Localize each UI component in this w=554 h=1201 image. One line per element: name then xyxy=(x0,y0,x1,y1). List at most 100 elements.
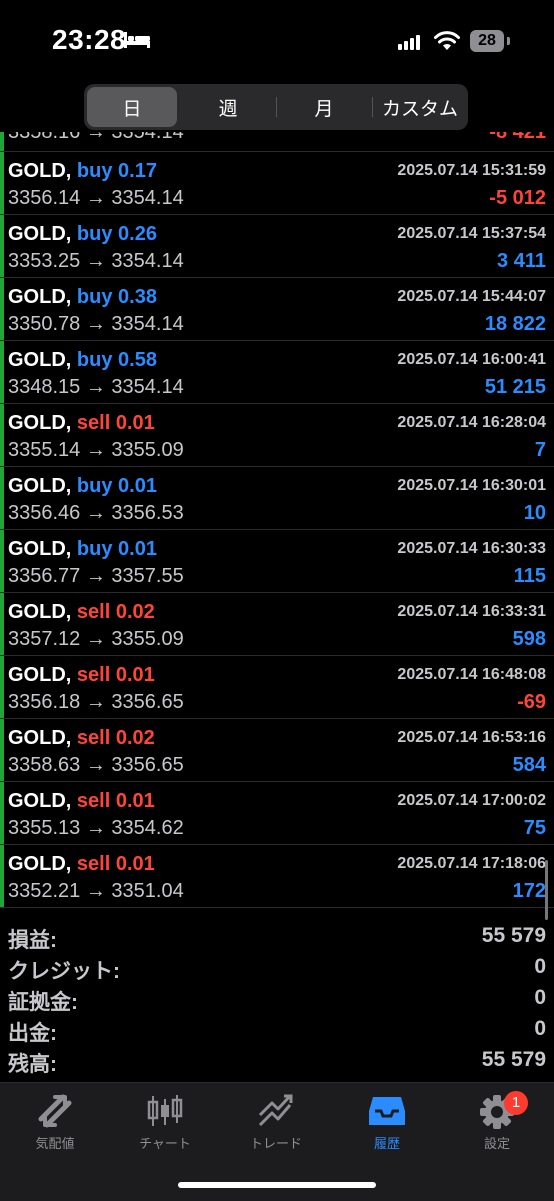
trade-datetime: 2025.07.14 15:37:54 xyxy=(397,225,546,242)
chart-candles-icon xyxy=(147,1095,183,1126)
status-bar: 23:28 28 xyxy=(0,0,554,80)
tab-history[interactable]: 履歴 xyxy=(332,1093,442,1153)
trade-datetime: 2025.07.14 15:31:59 xyxy=(397,162,546,179)
summary-label: 残高: xyxy=(8,1053,57,1076)
trade-side: sell xyxy=(76,664,111,686)
trade-volume: 0.01 xyxy=(115,664,155,686)
tab-trade[interactable]: トレード xyxy=(221,1093,331,1153)
trade-volume: 0.02 xyxy=(115,727,155,749)
summary-label: クレジット: xyxy=(8,960,120,983)
trade-profit: 18 822 xyxy=(484,313,546,335)
trade-side-bar xyxy=(0,719,4,781)
account-summary: 損益: 55 579 クレジット: 0 証拠金: 0 出金: 0 残高: 55 … xyxy=(0,922,554,1077)
trade-row[interactable]: GOLD, sell 0.01 2025.07.14 16:48:08 3356.1… xyxy=(0,656,554,719)
trade-symbol-name: GOLD, xyxy=(8,790,72,812)
trade-row[interactable]: GOLD, sell 0.02 2025.07.14 16:53:16 3358.6… xyxy=(0,719,554,782)
trade-row[interactable]: GOLD, sell 0.01 2025.07.14 17:00:02 3355.1… xyxy=(0,782,554,845)
trade-symbol: GOLD, buy 0.26 xyxy=(8,223,157,246)
tab-quotes[interactable]: 気配値 xyxy=(0,1093,110,1153)
summary-value: 0 xyxy=(534,955,546,978)
summary-value: 0 xyxy=(534,986,546,1009)
trade-row[interactable]: GOLD, buy 0.58 2025.07.14 16:00:41 3348.15… xyxy=(0,341,554,404)
trade-side-bar xyxy=(0,132,4,151)
trade-volume: 0.26 xyxy=(118,223,157,245)
trade-symbol: GOLD, buy 0.17 xyxy=(8,160,157,183)
trade-side-bar xyxy=(0,278,4,340)
summary-profit: 損益: 55 579 xyxy=(0,922,554,953)
tab-label: トレード xyxy=(249,1136,302,1151)
trade-row[interactable]: GOLD, buy 0.38 2025.07.14 15:44:07 3350.78… xyxy=(0,278,554,341)
summary-label: 出金: xyxy=(8,1022,57,1045)
trade-datetime: 2025.07.14 16:28:04 xyxy=(397,414,546,431)
trade-volume: 0.01 xyxy=(115,790,155,812)
trade-side: buy xyxy=(76,223,113,245)
trade-prices: 3352.21 → 3351.04 xyxy=(8,880,184,902)
cellular-signal-icon xyxy=(398,35,420,50)
trade-symbol: GOLD, sell 0.01 xyxy=(8,853,155,876)
tab-day[interactable]: 日 xyxy=(87,87,177,127)
trade-volume: 0.38 xyxy=(118,286,157,308)
trade-symbol: GOLD, buy 0.01 xyxy=(8,475,157,498)
summary-value: 55 579 xyxy=(481,924,546,947)
trade-side: buy xyxy=(76,160,113,182)
trade-row[interactable]: GOLD, sell 0.01 2025.07.14 16:28:04 3355.1… xyxy=(0,404,554,467)
trade-side: buy xyxy=(76,286,113,308)
quotes-icon xyxy=(38,1094,72,1128)
trade-datetime: 2025.07.14 16:48:08 xyxy=(397,666,546,683)
tab-chart[interactable]: チャート xyxy=(110,1093,220,1153)
trade-side-bar xyxy=(0,404,4,466)
trade-profit: -69 xyxy=(517,691,546,713)
trade-profit: 7 xyxy=(534,439,546,461)
trade-profit: 3 411 xyxy=(497,250,546,272)
trade-volume: 0.01 xyxy=(118,538,157,560)
trade-row[interactable]: GOLD, sell 0.01 2025.07.14 17:18:06 3352.2… xyxy=(0,845,554,908)
trade-row[interactable]: GOLD, buy 0.01 2025.07.14 16:30:33 3356.77… xyxy=(0,530,554,593)
trade-profit: -5 012 xyxy=(489,187,546,209)
trade-side-bar xyxy=(0,845,4,907)
trade-row[interactable]: GOLD, buy 0.01 2025.07.14 16:30:01 3356.46… xyxy=(0,467,554,530)
trade-symbol-name: GOLD, xyxy=(8,349,72,371)
tab-custom[interactable]: カスタム xyxy=(372,87,465,127)
summary-label: 証拠金: xyxy=(8,991,78,1014)
summary-deposit: 証拠金: 0 xyxy=(0,984,554,1015)
trade-side: buy xyxy=(76,475,113,497)
trade-prices: 3358.16 → 3354.14 xyxy=(8,132,184,143)
trade-symbol-name: GOLD, xyxy=(8,160,72,182)
status-time: 23:28 xyxy=(52,24,127,55)
trade-row[interactable]: GOLD, buy 0.26 2025.07.14 15:37:54 3353.25… xyxy=(0,215,554,278)
trade-prices: 3350.78 → 3354.14 xyxy=(8,313,184,335)
trade-symbol: GOLD, buy 0.58 xyxy=(8,349,157,372)
battery-level: 28 xyxy=(470,30,504,52)
trade-prices: 3356.46 → 3356.53 xyxy=(8,502,184,524)
trade-prices: 3357.12 → 3355.09 xyxy=(8,628,184,650)
trade-datetime: 2025.07.14 16:30:33 xyxy=(397,540,546,557)
trade-side: buy xyxy=(76,349,113,371)
trade-row[interactable]: GOLD, buy 0.17 2025.07.14 15:31:59 3356.14… xyxy=(0,152,554,215)
trade-prices: 3355.14 → 3355.09 xyxy=(8,439,184,461)
trade-volume: 0.01 xyxy=(115,853,155,875)
summary-value: 0 xyxy=(534,1017,546,1040)
wifi-icon xyxy=(434,31,460,50)
trade-datetime: 2025.07.14 16:00:41 xyxy=(397,351,546,368)
trade-row[interactable]: GOLD, sell 0.02 2025.07.14 16:33:31 3357.1… xyxy=(0,593,554,656)
trade-symbol: GOLD, sell 0.01 xyxy=(8,412,155,435)
trade-symbol-name: GOLD, xyxy=(8,853,72,875)
trade-symbol-name: GOLD, xyxy=(8,601,72,623)
trade-side: buy xyxy=(76,538,113,560)
tab-settings[interactable]: 1 設定 xyxy=(442,1091,552,1153)
trade-symbol: GOLD, sell 0.02 xyxy=(8,727,155,750)
trade-symbol: GOLD, sell 0.02 xyxy=(8,601,155,624)
tab-month[interactable]: 月 xyxy=(276,87,369,127)
trade-row[interactable]: 3358.16 → 3354.14 -8 421 xyxy=(0,132,554,152)
trade-prices: 3358.63 → 3356.65 xyxy=(8,754,184,776)
trade-symbol: GOLD, sell 0.01 xyxy=(8,790,155,813)
tab-label: チャート xyxy=(139,1136,191,1151)
trade-history-list[interactable]: 3358.16 → 3354.14 -8 421 GOLD, buy 0.17 2… xyxy=(0,132,554,914)
trade-symbol-name: GOLD, xyxy=(8,727,72,749)
period-segmented-control: 日 週 月 カスタム xyxy=(84,84,468,130)
tab-week[interactable]: 週 xyxy=(183,87,273,127)
trade-side-bar xyxy=(0,152,4,214)
trade-side-bar xyxy=(0,593,4,655)
scrollbar[interactable] xyxy=(545,860,548,920)
trade-symbol-name: GOLD, xyxy=(8,223,72,245)
